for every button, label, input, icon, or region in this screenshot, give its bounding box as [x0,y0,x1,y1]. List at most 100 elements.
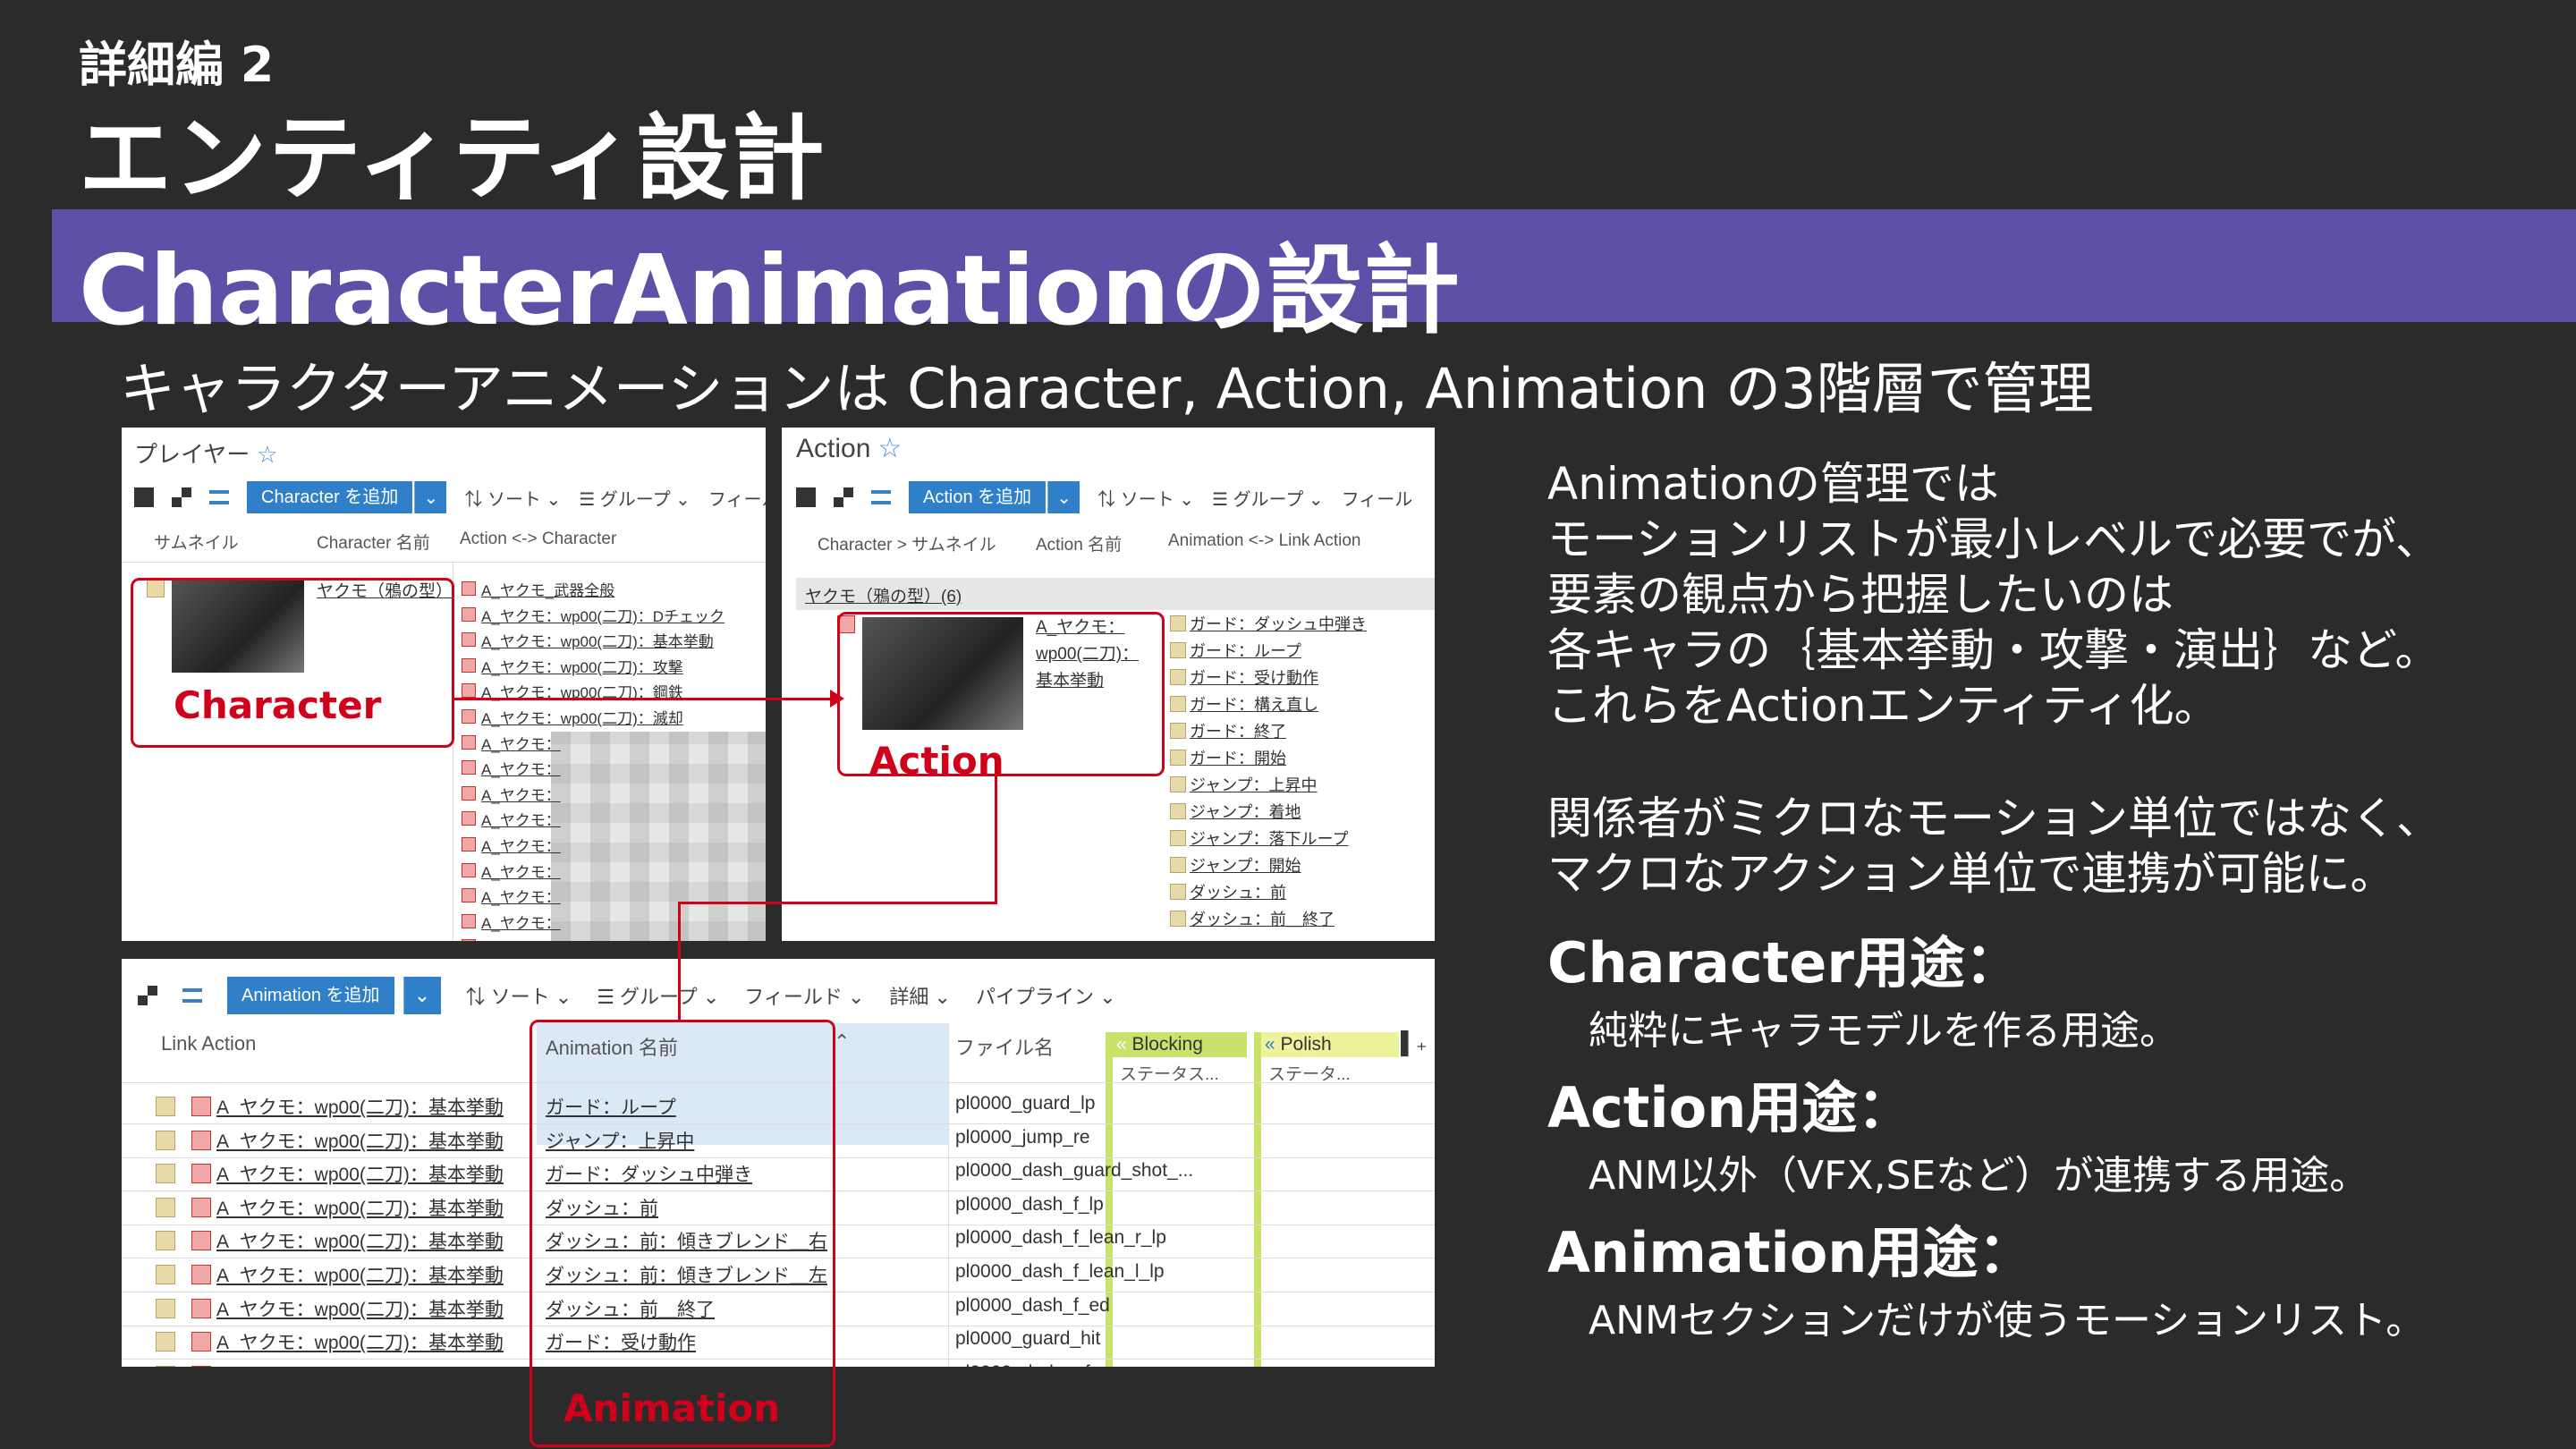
sort-asc-icon[interactable]: ⌃ [834,1030,850,1054]
grid-view-icon[interactable] [834,487,853,507]
group-menu[interactable]: ☰ グループ ⌄ [579,485,691,511]
toolbar: Character を追加 ⌄ ⇅ ソート ⌄ ☰ グループ ⌄ フィール [134,481,766,513]
add-column-icon[interactable]: ▌₊ [1401,1030,1428,1056]
add-character-button[interactable]: Character を追加 [247,481,413,513]
action-link[interactable]: A_ヤクモ：wp00(二刀)：Dチェック [481,604,724,626]
entity-icon [462,811,476,826]
action-link[interactable]: A_ヤクモ：wp00(二刀)：攻撃 [481,655,683,677]
link-action-cell[interactable]: A_ヤクモ：wp00(二刀)：基本挙動 [216,1261,504,1288]
entity-icon [462,862,476,877]
action-link[interactable]: A_ヤクモ： [481,885,561,907]
entity-icon [191,1265,211,1284]
entity-icon [462,785,476,801]
section-banner: CharacterAnimationの設計 [52,209,2576,347]
entity-icon [1170,803,1186,819]
animation-link[interactable]: ガード：ダッシュ中弾き [1190,612,1367,635]
grid-view-icon[interactable] [138,986,157,1005]
col-action-link[interactable]: Action <-> Character [460,530,616,549]
entity-icon [462,888,476,903]
animation-link[interactable]: ジャンプ：上昇中 [1190,773,1318,796]
list-view-icon[interactable] [209,490,229,504]
panel-view-icon[interactable] [134,487,154,507]
action-label: Action [869,739,1004,783]
col-character-thumbnail[interactable]: Character > サムネイル [818,531,996,555]
action-link[interactable]: A_ヤクモ：wp00(二刀)：滅却 [481,706,683,728]
panel-view-icon[interactable] [796,487,816,507]
col-file-name[interactable]: ファイル名 [955,1032,1054,1061]
animation-link[interactable]: ガード：終了 [1190,719,1286,742]
action-link[interactable]: A_ヤクモ_武器全般 [481,578,614,600]
file-name-cell: pl0000_dash_f_lean_r_lp [955,1227,1166,1249]
animation-link[interactable]: ガード：開始 [1190,746,1286,769]
star-icon[interactable]: ☆ [877,434,902,463]
animation-link[interactable]: ジャンプ：開始 [1190,853,1301,877]
explanation-line: 要素の観点から把握したいのは [1547,569,2174,621]
action-link[interactable]: A_ヤクモ： [481,808,561,830]
animation-link[interactable]: ガード：受け動作 [1190,665,1318,689]
entity-icon [1170,615,1186,631]
field-menu[interactable]: フィール [708,485,766,511]
pipeline-menu[interactable]: パイプライン ⌄ [976,981,1116,1010]
group-menu[interactable]: ☰ グループ ⌄ [597,981,719,1010]
banner-text: CharacterAnimationの設計 [79,235,1460,347]
entity-icon [156,1298,175,1318]
col-animation-link[interactable]: Animation <-> Link Action [1168,531,1360,551]
link-action-cell[interactable]: A_ヤクモ：wp00(二刀)：基本挙動 [216,1160,504,1187]
link-action-cell[interactable]: A_ヤクモ：wp00(二刀)：基本挙動 [216,1093,504,1120]
link-action-cell[interactable]: A_ヤクモ：wp00(二刀)：基本挙動 [216,1295,504,1322]
action-link[interactable]: A_ヤクモ： [481,757,561,779]
animation-link[interactable]: ジャンプ：着地 [1190,800,1301,823]
sort-menu[interactable]: ⇅ ソート ⌄ [466,981,572,1010]
animation-label: Animation [564,1386,781,1430]
col-thumbnail[interactable]: サムネイル [154,530,239,554]
field-menu[interactable]: フィール [1342,485,1413,511]
group-header-label[interactable]: ヤクモ（鴉の型）(6) [805,583,962,607]
sort-menu[interactable]: ⇅ ソート ⌄ [464,485,561,511]
action-link[interactable]: A_ヤクモ： [481,834,561,856]
file-name-cell: pl0000_dash_f_ed [955,1294,1110,1316]
animation-link[interactable]: ジャンプ：落下ループ [1190,826,1348,850]
star-icon[interactable]: ☆ [257,441,277,468]
action-link[interactable]: A_ヤクモ： [481,783,561,805]
panel-title: プレイヤー ☆ [134,441,278,468]
entity-icon [1170,723,1186,739]
link-action-cell[interactable]: A_ヤクモ：wp00(二刀)：基本挙動 [216,1194,504,1221]
group-menu[interactable]: ☰ グループ ⌄ [1212,485,1324,511]
add-animation-button[interactable]: Animation を追加 [227,977,394,1014]
arrow-right-icon [830,690,844,708]
action-link[interactable]: A_ヤクモ： [481,732,561,754]
action-link[interactable]: A_ヤクモ： [481,860,561,882]
animation-link[interactable]: ガード：構え直し [1190,692,1318,716]
entity-icon [191,1097,211,1116]
add-action-button[interactable]: Action を追加 [909,481,1046,513]
link-action-cell[interactable]: A_ヤクモ：wp00(二刀)：基本挙動 [216,1227,504,1254]
link-action-cell[interactable]: A_ヤクモ：wp00(二刀)：基本挙動 [216,1127,504,1154]
animation-link[interactable]: ガード：ループ [1190,639,1301,662]
entity-icon [156,1265,175,1284]
col-character-name[interactable]: Character 名前 [317,530,430,554]
link-action-cell[interactable]: A_ヤクモ：wp00(二刀)：基本挙動 [216,1362,504,1368]
grid-view-icon[interactable] [172,487,191,507]
explanation-line: 各キャラの｛基本挙動・攻撃・演出｝など。 [1547,624,2440,676]
entity-icon [156,1097,175,1116]
connector-line [995,776,997,903]
col-action-name[interactable]: Action 名前 [1036,531,1122,555]
animation-link[interactable]: ダッシュ：前 [1190,880,1286,903]
sort-menu[interactable]: ⇅ ソート ⌄ [1097,485,1194,511]
file-name-cell: pl0000_dash_guard_shot_... [955,1160,1194,1182]
list-view-icon[interactable] [182,988,202,1003]
col-link-action[interactable]: Link Action [161,1032,256,1055]
entity-icon [191,1332,211,1352]
chevron-down-icon[interactable]: ⌄ [402,977,441,1014]
animation-link[interactable]: ダッシュ：前＿終了 [1190,907,1335,930]
action-link[interactable]: A_ヤクモ： [481,911,561,933]
chevron-down-icon[interactable]: ⌄ [414,481,447,513]
connector-line [678,902,681,1021]
list-view-icon[interactable] [871,490,891,504]
action-link[interactable]: A_ヤクモ： [481,936,561,941]
field-menu[interactable]: フィールド ⌄ [744,981,864,1010]
link-action-cell[interactable]: A_ヤクモ：wp00(二刀)：基本挙動 [216,1328,504,1355]
chevron-down-icon[interactable]: ⌄ [1047,481,1080,513]
detail-menu[interactable]: 詳細 ⌄ [889,981,951,1010]
action-link[interactable]: A_ヤクモ：wp00(二刀)：基本挙動 [481,629,714,651]
